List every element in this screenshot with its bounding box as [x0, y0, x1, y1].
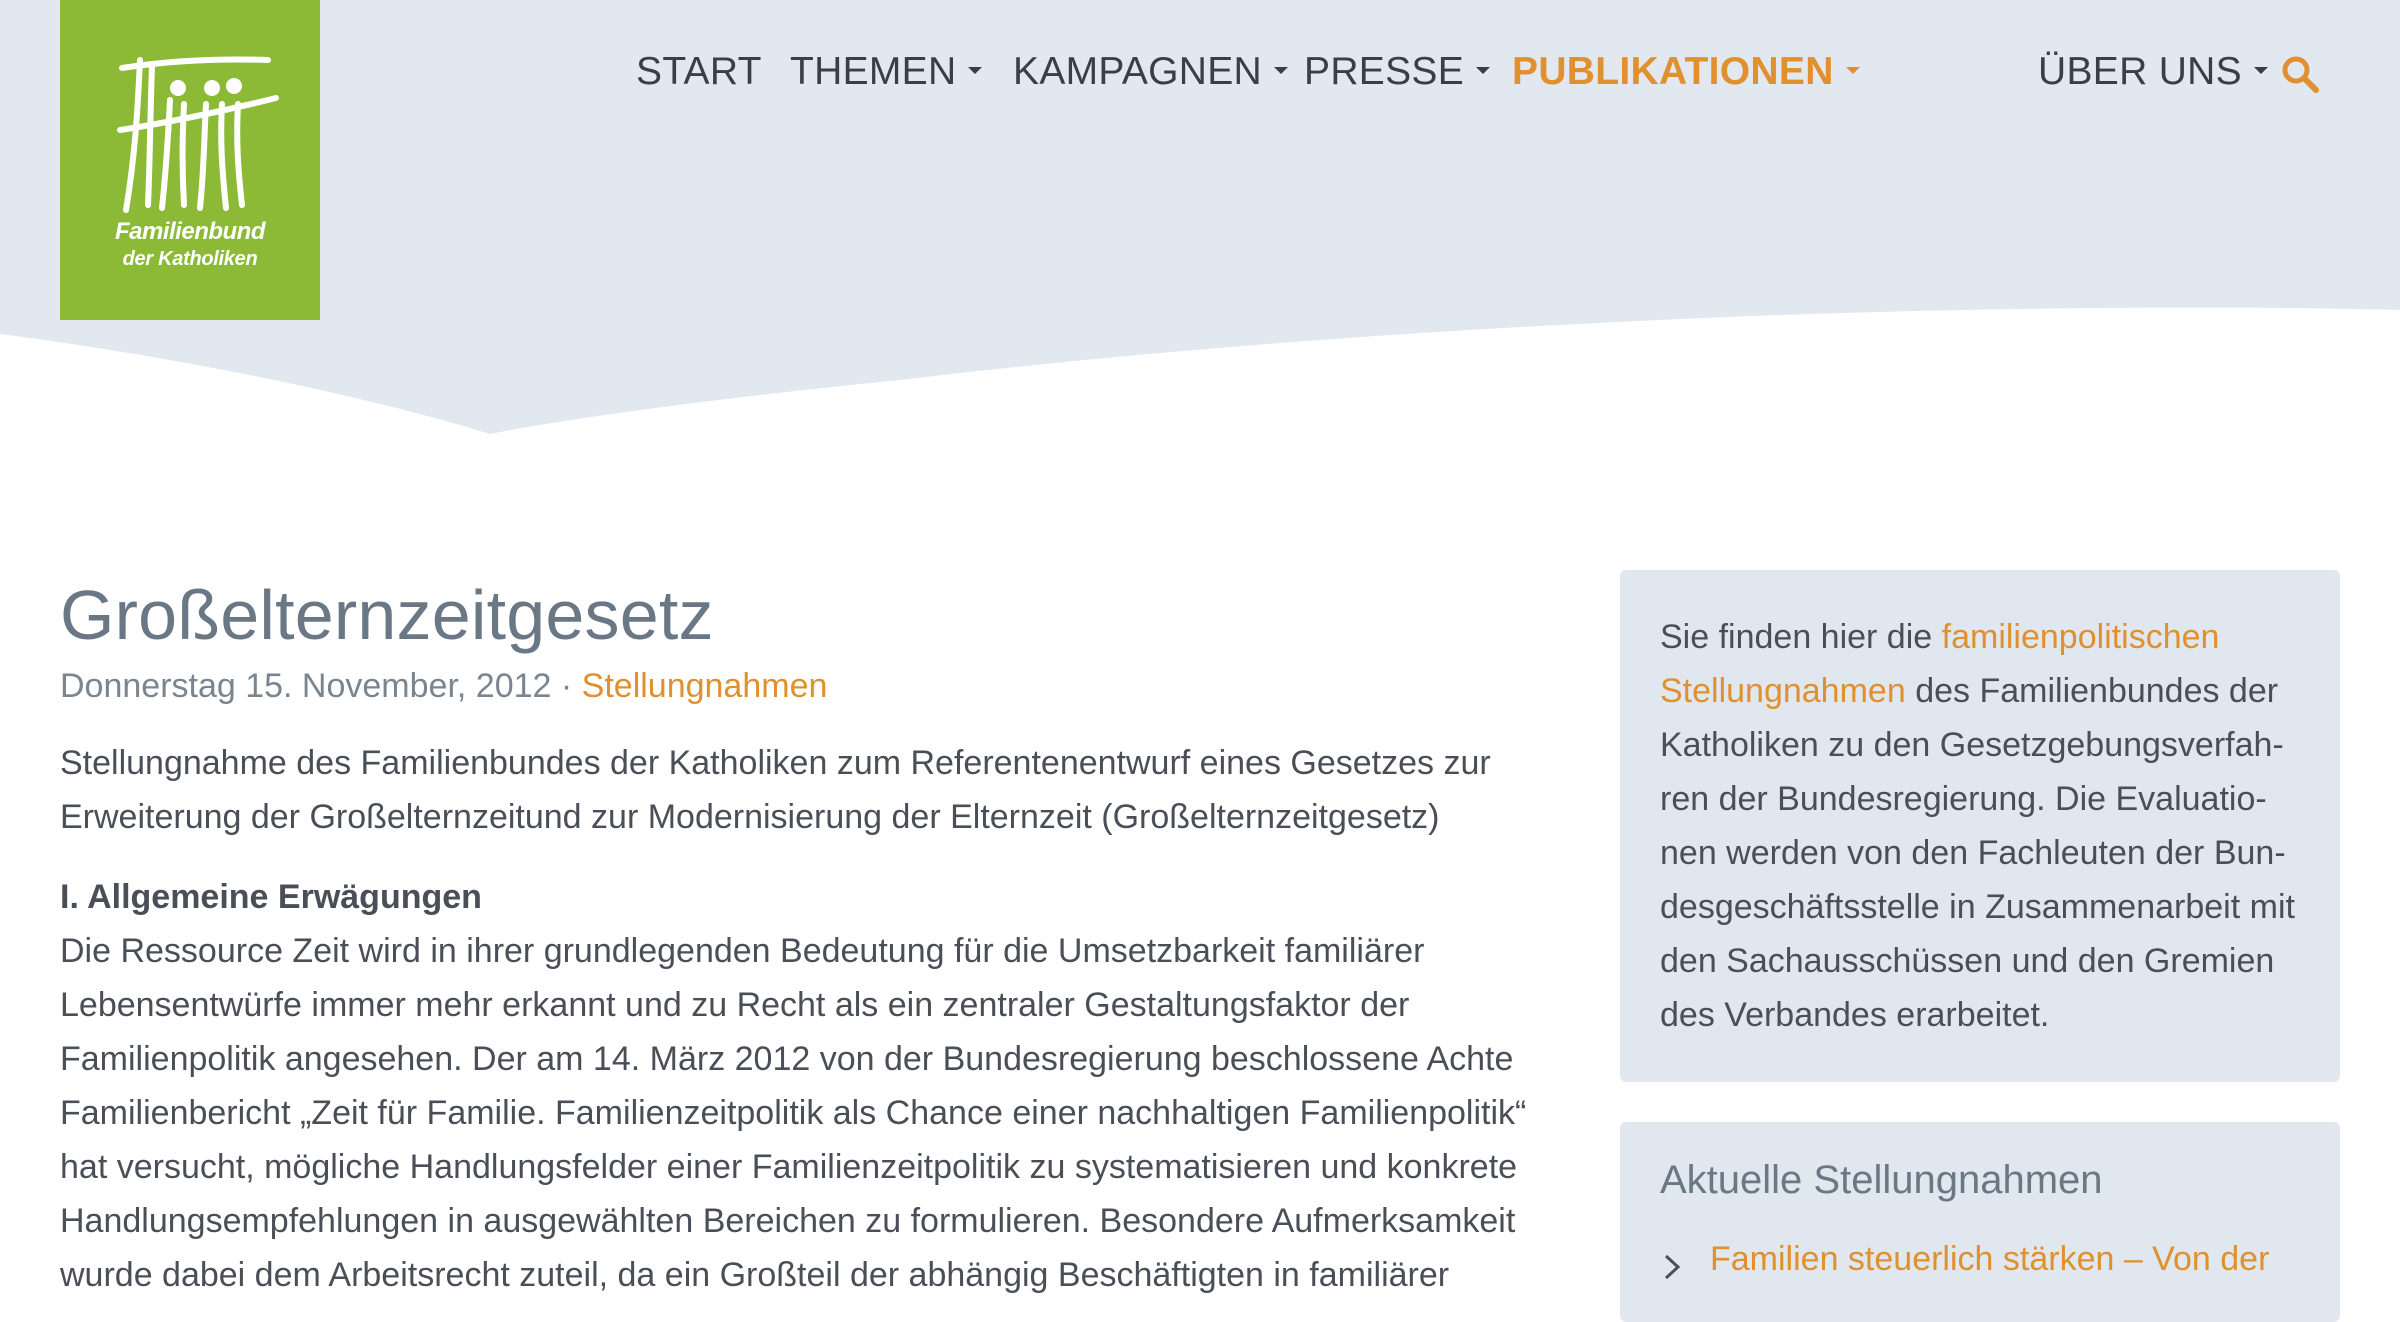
- logo-text-line2: der Katholiken: [122, 248, 258, 270]
- caret-down-icon: [1476, 67, 1491, 75]
- recent-heading: Aktuelle Stellungnahmen: [1660, 1158, 2103, 1202]
- sidebar-recent-box: Aktuelle Stellungnahmen Familien steuerl…: [1620, 1122, 2340, 1322]
- nav-themen-label: THEMEN: [790, 50, 957, 93]
- article-meta: Donnerstag 15. November, 2012 · Stellung…: [60, 664, 1570, 708]
- nav-ueber-uns-label: ÜBER UNS: [2038, 50, 2242, 93]
- sidebar-info-text: Sie finden hier die familienpolitischen …: [1660, 610, 2305, 1042]
- caret-down-icon: [1274, 67, 1289, 75]
- section-heading: I. Allgemeine Erwägungen: [60, 878, 482, 916]
- caret-down-icon: [968, 67, 983, 75]
- category-link[interactable]: Stellungnahmen: [582, 667, 828, 705]
- site-logo[interactable]: Familienbund der Katholiken: [60, 0, 320, 320]
- recent-item-link[interactable]: Familien steuerlich stärken – Von der: [1710, 1240, 2269, 1279]
- article-intro: Stellungnahme des Familienbundes der Kat…: [60, 744, 1491, 836]
- family-figures-icon: [117, 56, 279, 213]
- section-text: Die Ressource Zeit wird in ihrer grundle…: [60, 932, 1527, 1294]
- article-section: I. Allgemeine Erwägungen Die Ressource Z…: [60, 870, 1570, 1302]
- nav-publikationen[interactable]: PUBLIKATIONEN: [1512, 50, 1860, 94]
- chevron-right-icon: [1664, 1254, 1681, 1280]
- nav-start-label: START: [636, 50, 762, 93]
- nav-presse[interactable]: PRESSE: [1304, 50, 1491, 94]
- article-date: Donnerstag 15. November, 2012: [60, 667, 552, 705]
- caret-down-icon: [1845, 67, 1860, 75]
- caret-down-icon: [2253, 67, 2268, 75]
- nav-kampagnen-label: KAMPAGNEN: [1013, 50, 1263, 93]
- nav-publikationen-label: PUBLIKATIONEN: [1512, 50, 1834, 93]
- sidebar-info-prefix: Sie finden hier die: [1660, 618, 1942, 656]
- sidebar-info-box: Sie finden hier die familienpolitischen …: [1620, 570, 2340, 1082]
- article: Großelternzeitgesetz Donnerstag 15. Nove…: [60, 570, 1570, 1302]
- page-title: Großelternzeitgesetz: [60, 576, 714, 654]
- logo-text-line1: Familienbund: [115, 218, 266, 245]
- nav-ueber-uns[interactable]: ÜBER UNS: [2038, 50, 2268, 94]
- nav-start[interactable]: START: [636, 50, 762, 94]
- search-icon[interactable]: [2280, 54, 2320, 99]
- sidebar-info-suffix: des Familienbundes der Katholiken zu den…: [1660, 672, 2295, 1034]
- nav-kampagnen[interactable]: KAMPAGNEN: [1013, 50, 1289, 94]
- meta-separator: ·: [551, 667, 582, 705]
- nav-presse-label: PRESSE: [1304, 50, 1465, 93]
- nav-themen[interactable]: THEMEN: [790, 50, 983, 94]
